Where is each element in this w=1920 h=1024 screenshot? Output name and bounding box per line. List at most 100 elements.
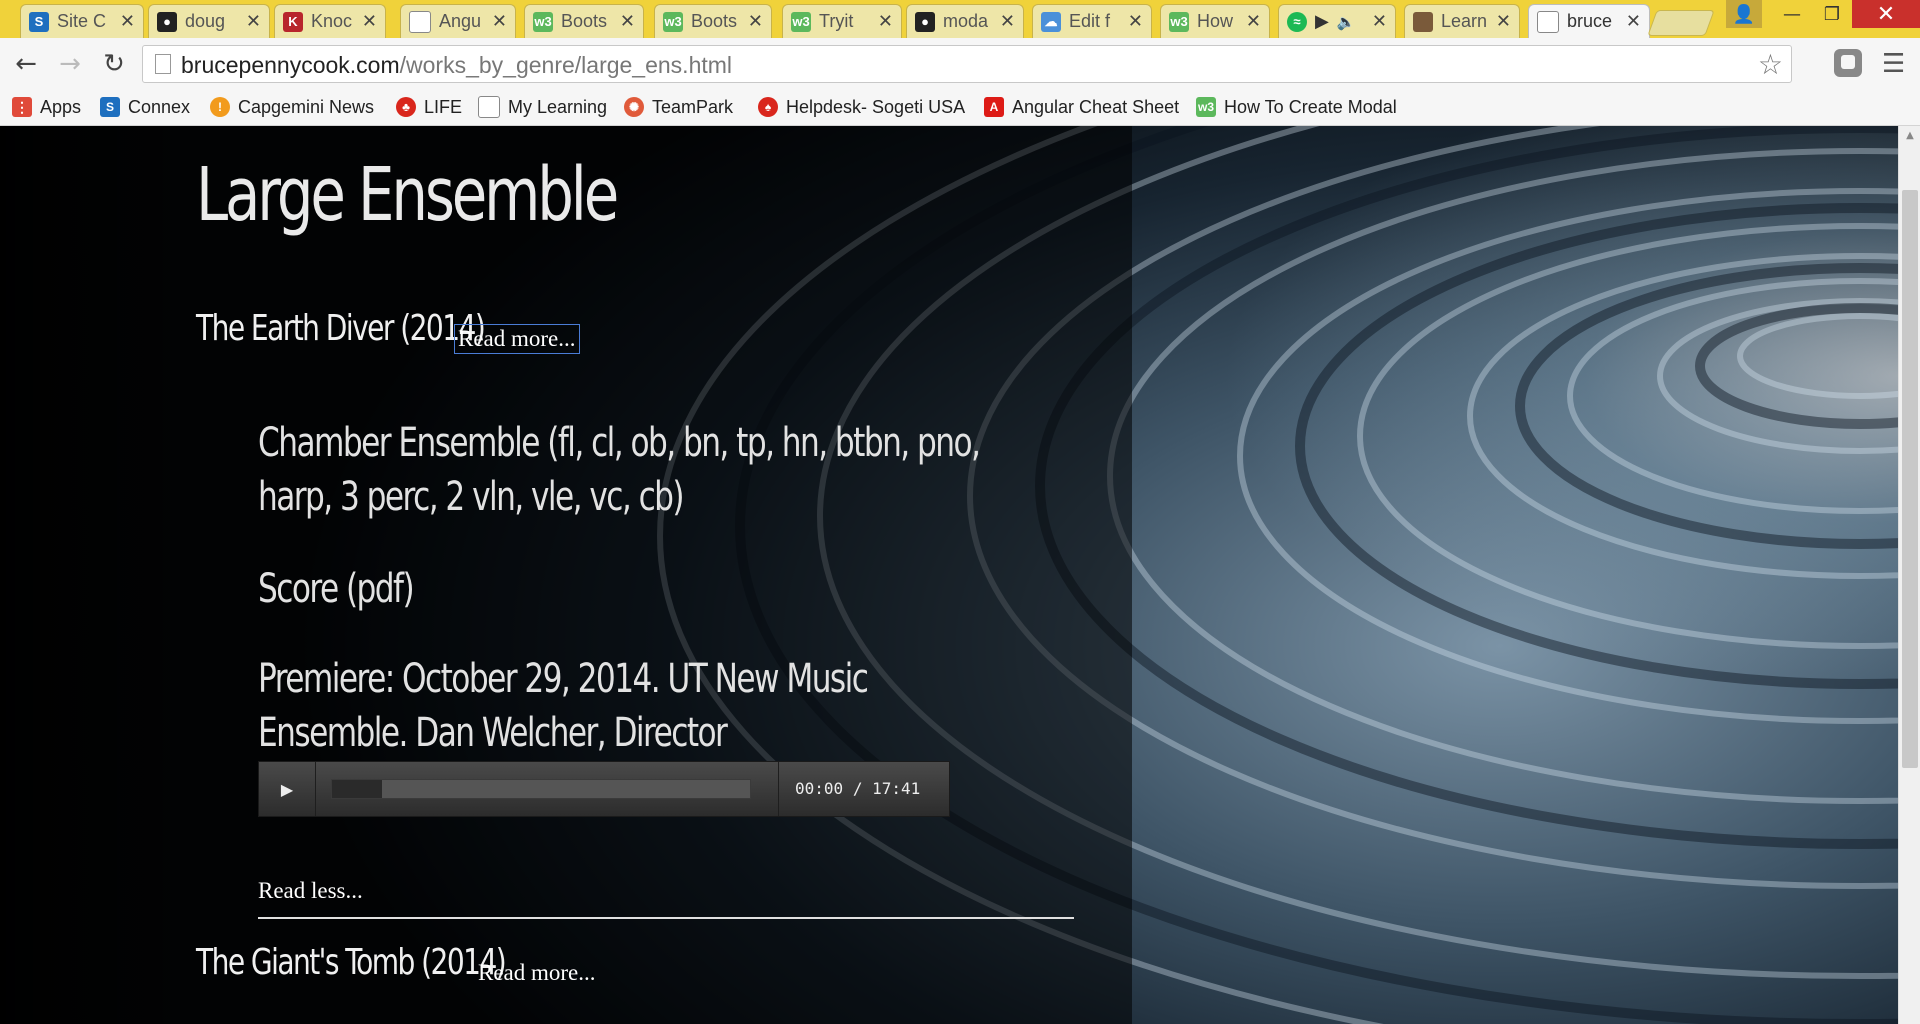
back-icon[interactable]: ←: [10, 48, 42, 80]
close-icon[interactable]: ✕: [620, 11, 635, 32]
tab-title: moda: [943, 11, 989, 31]
forward-icon[interactable]: →: [54, 48, 86, 80]
cloud-icon: ☁: [1041, 11, 1061, 32]
close-icon[interactable]: ✕: [1000, 11, 1015, 32]
bookmark-life[interactable]: ♣ LIFE: [396, 94, 462, 120]
life-icon: ♣: [396, 97, 416, 117]
tab-bootstrap-1[interactable]: w3 Boots ✕: [524, 4, 644, 38]
close-icon[interactable]: ✕: [878, 11, 893, 32]
main-content: Large Ensemble The Earth Diver (2014) Re…: [0, 126, 1132, 1024]
tab-title: Boots: [691, 11, 738, 31]
work-title: The Earth Diver (2014): [196, 308, 486, 349]
apps-grid-icon: ⋮: [12, 97, 32, 117]
tab-site[interactable]: S Site C ✕: [20, 4, 144, 38]
close-icon[interactable]: ✕: [362, 11, 377, 32]
scroll-thumb[interactable]: [1902, 190, 1918, 768]
scroll-up-icon[interactable]: ▲: [1899, 130, 1920, 141]
tab-title: Edit f: [1069, 11, 1111, 31]
read-less-link[interactable]: Read less...: [258, 878, 363, 904]
tab-title: Learn: [1441, 11, 1488, 31]
bookmark-label: Angular Cheat Sheet: [1012, 96, 1180, 117]
bookmark-label: TeamPark: [652, 96, 734, 117]
w3-icon: w3: [791, 11, 811, 32]
bookmark-label: Helpdesk- Sogeti USA: [786, 96, 966, 117]
bookmark-my-learning[interactable]: My Learning: [478, 94, 607, 120]
tab-angular[interactable]: Angu ✕: [400, 4, 516, 38]
tab-knockout[interactable]: K Knoc ✕: [274, 4, 386, 38]
knockout-icon: K: [283, 11, 303, 32]
extension-icon[interactable]: [1834, 49, 1862, 77]
page-icon: [155, 54, 171, 74]
tab-spotify[interactable]: ≈ ▶ 🔈 ✕: [1278, 4, 1396, 38]
read-more-link[interactable]: Read more...: [478, 960, 596, 986]
reload-icon[interactable]: ↻: [98, 48, 130, 80]
profile-icon[interactable]: 👤: [1726, 0, 1762, 28]
close-icon[interactable]: ✕: [1372, 11, 1387, 32]
tab-how[interactable]: w3 How ✕: [1160, 4, 1270, 38]
url-text[interactable]: brucepennycook.com/works_by_genre/large_…: [181, 52, 732, 79]
instrumentation-text: Chamber Ensemble (fl, cl, ob, bn, tp, hn…: [258, 420, 981, 520]
close-icon[interactable]: ✕: [246, 11, 261, 32]
close-icon[interactable]: ✕: [120, 11, 135, 32]
scrollbar[interactable]: ▲: [1898, 126, 1920, 1024]
bookmark-label: My Learning: [508, 96, 608, 117]
close-icon[interactable]: ✕: [1128, 11, 1143, 32]
bookmark-connex[interactable]: S Connex: [100, 94, 190, 120]
tab-modal[interactable]: ● moda ✕: [906, 4, 1024, 38]
tab-edit[interactable]: ☁ Edit f ✕: [1032, 4, 1152, 38]
time-display: 00:00 / 17:41: [795, 779, 920, 798]
new-tab-button[interactable]: [1647, 10, 1715, 36]
bookmark-label: Connex: [128, 96, 191, 117]
bookmark-teampark[interactable]: ✺ TeamPark: [624, 94, 733, 120]
page-icon: [409, 10, 431, 33]
tab-title: Site C: [57, 11, 107, 31]
spotify-icon: ≈: [1287, 11, 1307, 32]
minimize-icon[interactable]: —: [1772, 0, 1812, 28]
bookmark-label: Apps: [40, 96, 82, 117]
url-domain: brucepennycook.com: [181, 52, 400, 78]
window-close-icon[interactable]: ✕: [1852, 0, 1920, 28]
tab-title: Tryit: [819, 11, 854, 31]
bookmark-label: Capgemini News: [238, 96, 375, 117]
tab-doug[interactable]: ● doug ✕: [148, 4, 270, 38]
tab-bootstrap-2[interactable]: w3 Boots ✕: [654, 4, 772, 38]
sharepoint-icon: S: [100, 97, 120, 117]
w3-icon: w3: [533, 11, 553, 32]
w3-icon: w3: [1169, 11, 1189, 32]
bookmark-star-icon[interactable]: ☆: [1758, 48, 1783, 81]
tab-strip: S Site C ✕ ● doug ✕ K Knoc ✕ Angu ✕ w3 B…: [0, 0, 1920, 38]
page-viewport: Large Ensemble The Earth Diver (2014) Re…: [0, 126, 1898, 1024]
angular-icon: A: [984, 97, 1004, 117]
restore-icon[interactable]: ❐: [1812, 0, 1852, 28]
score-pdf-link[interactable]: Score (pdf): [258, 562, 983, 616]
read-more-link[interactable]: Read more...: [454, 324, 580, 354]
duration: 17:41: [872, 779, 921, 798]
progress-bar[interactable]: [331, 779, 751, 799]
play-button[interactable]: ▶: [259, 762, 316, 816]
playing-icon: ▶: [1315, 11, 1329, 31]
bookmark-how-to-create-modal[interactable]: w3 How To Create Modal: [1196, 94, 1397, 120]
close-icon[interactable]: ✕: [1496, 11, 1511, 32]
address-bar[interactable]: brucepennycook.com/works_by_genre/large_…: [142, 45, 1792, 83]
menu-icon[interactable]: ☰: [1882, 49, 1910, 79]
photo-icon: [1413, 11, 1433, 32]
close-icon[interactable]: ✕: [1246, 11, 1261, 32]
bookmark-angular-cheat-sheet[interactable]: A Angular Cheat Sheet: [984, 94, 1179, 120]
bookmark-apps[interactable]: ⋮ Apps: [12, 94, 81, 120]
tab-title: doug: [185, 11, 226, 31]
tab-title: bruce: [1567, 11, 1613, 31]
work-title: The Giant's Tomb (2014): [196, 942, 507, 983]
page-icon: [1537, 10, 1559, 33]
close-icon[interactable]: ✕: [748, 11, 763, 32]
github-icon: ●: [157, 11, 177, 32]
speaker-icon[interactable]: 🔈: [1337, 13, 1356, 31]
tab-tryit[interactable]: w3 Tryit ✕: [782, 4, 902, 38]
close-icon[interactable]: ✕: [1626, 11, 1641, 32]
github-icon: ●: [915, 11, 935, 32]
close-icon[interactable]: ✕: [492, 11, 507, 32]
tab-bruce-active[interactable]: bruce ✕: [1528, 4, 1650, 38]
bookmark-capgemini[interactable]: ! Capgemini News: [210, 94, 374, 120]
bookmark-helpdesk[interactable]: ♠ Helpdesk- Sogeti USA: [758, 94, 965, 120]
tab-learn[interactable]: Learn ✕: [1404, 4, 1520, 38]
current-time: 00:00: [795, 779, 844, 798]
